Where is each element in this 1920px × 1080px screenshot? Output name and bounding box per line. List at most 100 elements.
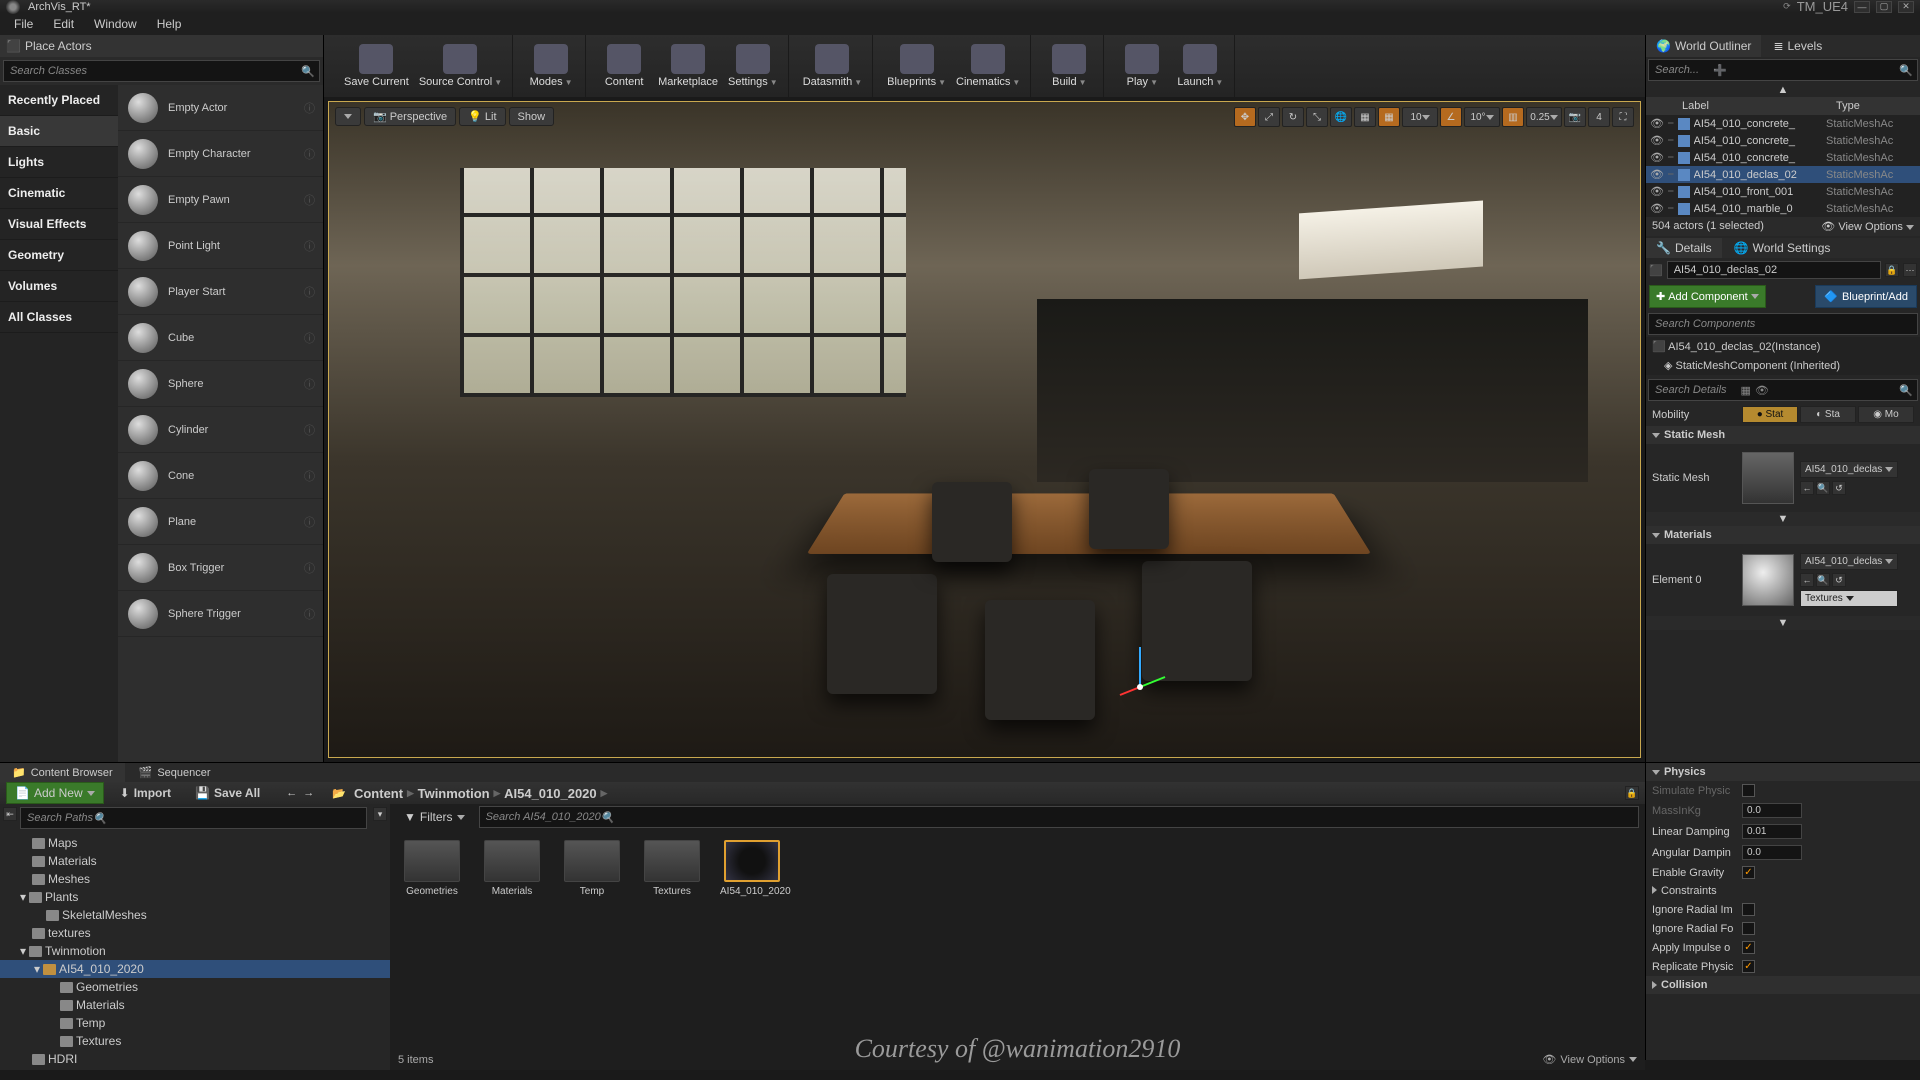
number-input[interactable]: 0.0 (1742, 845, 1802, 860)
textures-dropdown[interactable]: Textures (1800, 590, 1898, 607)
category-basic[interactable]: Basic (0, 116, 118, 147)
tree-search[interactable]: Search Paths🔍 (20, 807, 367, 829)
actor-cone[interactable]: Coneⓘ (118, 453, 323, 499)
info-icon[interactable]: ⓘ (304, 146, 315, 162)
blueprint-add-button[interactable]: 🔷 Blueprint/Add (1815, 285, 1917, 308)
nav-fwd-icon[interactable]: → (303, 787, 314, 799)
tree-filter-icon[interactable]: ▾ (373, 807, 387, 821)
mat-use-icon[interactable]: ← (1800, 573, 1814, 587)
menu-file[interactable]: File (4, 14, 43, 34)
menu-help[interactable]: Help (147, 14, 192, 34)
info-icon[interactable]: ⓘ (304, 606, 315, 622)
toolbar-save-current[interactable]: Save Current (340, 42, 413, 90)
checkbox[interactable] (1742, 903, 1755, 916)
tree-item-textures[interactable]: Textures (0, 1032, 390, 1050)
info-icon[interactable]: ⓘ (304, 100, 315, 116)
component-instance-row[interactable]: ⬛ AI54_010_declas_02(Instance) (1646, 337, 1920, 356)
angle-snap-icon[interactable]: ∠ (1440, 107, 1462, 127)
number-input[interactable]: 0.0 (1742, 803, 1802, 818)
outliner-row[interactable]: 👁⎯AI54_010_marble_0StaticMeshAc (1646, 200, 1920, 217)
world-outliner-tab[interactable]: 🌍 World Outliner (1646, 35, 1761, 57)
maximize-viewport-icon[interactable]: ⛶ (1612, 107, 1634, 127)
actor-empty-actor[interactable]: Empty Actorⓘ (118, 85, 323, 131)
angle-snap-value[interactable]: 10° (1464, 107, 1500, 127)
info-icon[interactable]: ⓘ (304, 560, 315, 576)
visibility-icon[interactable]: 👁 (1650, 185, 1664, 198)
sm-expand-icon[interactable]: ▼ (1646, 512, 1920, 526)
outliner-row[interactable]: 👁⎯AI54_010_concrete_StaticMeshAc (1646, 132, 1920, 149)
camera-speed-value[interactable]: 4 (1588, 107, 1610, 127)
toolbar-play[interactable]: Play▼ (1114, 42, 1170, 90)
add-new-button[interactable]: 📄 Add New (6, 782, 104, 804)
asset-materials[interactable]: Materials (480, 840, 544, 897)
transform-translate-icon[interactable]: ⤢ (1258, 107, 1280, 127)
component-smc-row[interactable]: ◈ StaticMeshComponent (Inherited) (1646, 356, 1920, 375)
viewport-perspective-button[interactable]: 📷 Perspective (364, 107, 456, 126)
checkbox[interactable] (1742, 866, 1755, 879)
toolbar-content[interactable]: Content (596, 42, 652, 90)
toolbar-blueprints[interactable]: Blueprints▼ (883, 42, 950, 90)
visibility-icon[interactable]: 👁 (1650, 117, 1664, 130)
toolbar-build[interactable]: Build▼ (1041, 42, 1097, 90)
checkbox[interactable] (1742, 922, 1755, 935)
tree-item-meshes[interactable]: Meshes (0, 870, 390, 888)
minimize-button[interactable]: — (1854, 1, 1870, 13)
section-collision[interactable]: Collision (1646, 976, 1920, 994)
checkbox[interactable] (1742, 960, 1755, 973)
toolbar-modes[interactable]: Modes▼ (523, 42, 579, 90)
sm-reset-icon[interactable]: ↺ (1832, 481, 1846, 495)
tree-item-skeletalmeshes[interactable]: SkeletalMeshes (0, 906, 390, 924)
actor-empty-pawn[interactable]: Empty Pawnⓘ (118, 177, 323, 223)
sm-use-icon[interactable]: ← (1800, 481, 1814, 495)
world-settings-tab[interactable]: 🌐 World Settings (1724, 238, 1841, 258)
close-button[interactable]: ✕ (1898, 1, 1914, 13)
outliner-view-options[interactable]: 👁 View Options (1821, 220, 1914, 233)
static-mesh-asset[interactable]: AI54_010_declas (1800, 461, 1898, 478)
category-visual-effects[interactable]: Visual Effects (0, 209, 118, 240)
place-actors-search[interactable]: Search Classes 🔍 (3, 60, 320, 82)
tree-item-ai54_010_2020[interactable]: ▾ AI54_010_2020 (0, 960, 390, 978)
mat-reset-icon[interactable]: ↺ (1832, 573, 1846, 587)
visibility-icon[interactable]: 👁 (1650, 151, 1664, 164)
breadcrumb-twinmotion[interactable]: Twinmotion (418, 786, 490, 801)
outliner-up-icon[interactable]: ▲ (1646, 83, 1920, 97)
save-all-button[interactable]: 💾 Save All (187, 783, 268, 803)
category-volumes[interactable]: Volumes (0, 271, 118, 302)
section-materials[interactable]: Materials (1646, 526, 1920, 544)
actor-sphere-trigger[interactable]: Sphere Triggerⓘ (118, 591, 323, 637)
category-all-classes[interactable]: All Classes (0, 302, 118, 333)
material-thumb[interactable] (1742, 554, 1794, 606)
toolbar-datasmith[interactable]: Datasmith▼ (799, 42, 866, 90)
sequencer-tab[interactable]: 🎬 Sequencer (127, 763, 223, 782)
levels-tab[interactable]: ≣ Levels (1763, 35, 1832, 57)
outliner-col-type[interactable]: Type (1830, 97, 1920, 115)
outliner-row[interactable]: 👁⎯AI54_010_declas_02StaticMeshAc (1646, 166, 1920, 183)
transform-scale-icon[interactable]: ⤡ (1306, 107, 1328, 127)
tree-item-hdri[interactable]: HDRI (0, 1050, 390, 1068)
cb-view-options[interactable]: 👁 View Options (1542, 1053, 1637, 1066)
checkbox[interactable] (1742, 941, 1755, 954)
actor-player-start[interactable]: Player Startⓘ (118, 269, 323, 315)
actor-cube[interactable]: Cubeⓘ (118, 315, 323, 361)
mat-browse-icon[interactable]: 🔍 (1816, 573, 1830, 587)
asset-ai54_010_2020[interactable]: AI54_010_2020 (720, 840, 784, 897)
actor-browse-icon[interactable]: ⋯ (1903, 263, 1917, 277)
info-icon[interactable]: ⓘ (304, 376, 315, 392)
cb-lock-icon[interactable]: 🔒 (1625, 786, 1639, 800)
toolbar-marketplace[interactable]: Marketplace (654, 42, 722, 90)
details-tab[interactable]: 🔧 Details (1646, 238, 1722, 258)
add-component-button[interactable]: ✚ Add Component (1649, 285, 1766, 308)
mobility-static[interactable]: ● Stat (1742, 406, 1798, 423)
grid-snap-value[interactable]: 10 (1402, 107, 1438, 127)
info-icon[interactable]: ⓘ (304, 238, 315, 254)
content-browser-tab[interactable]: 📁 Content Browser (0, 763, 125, 782)
tree-item-temp[interactable]: Temp (0, 1014, 390, 1032)
mobility-movable[interactable]: ◉ Mo (1858, 406, 1914, 423)
maximize-button[interactable]: ▢ (1876, 1, 1892, 13)
section-physics[interactable]: Physics (1646, 763, 1920, 781)
tree-collapse-icon[interactable]: ⇤ (3, 807, 17, 821)
visibility-icon[interactable]: 👁 (1650, 202, 1664, 215)
breadcrumb-content[interactable]: Content (354, 786, 403, 801)
category-lights[interactable]: Lights (0, 147, 118, 178)
section-static-mesh[interactable]: Static Mesh (1646, 426, 1920, 444)
